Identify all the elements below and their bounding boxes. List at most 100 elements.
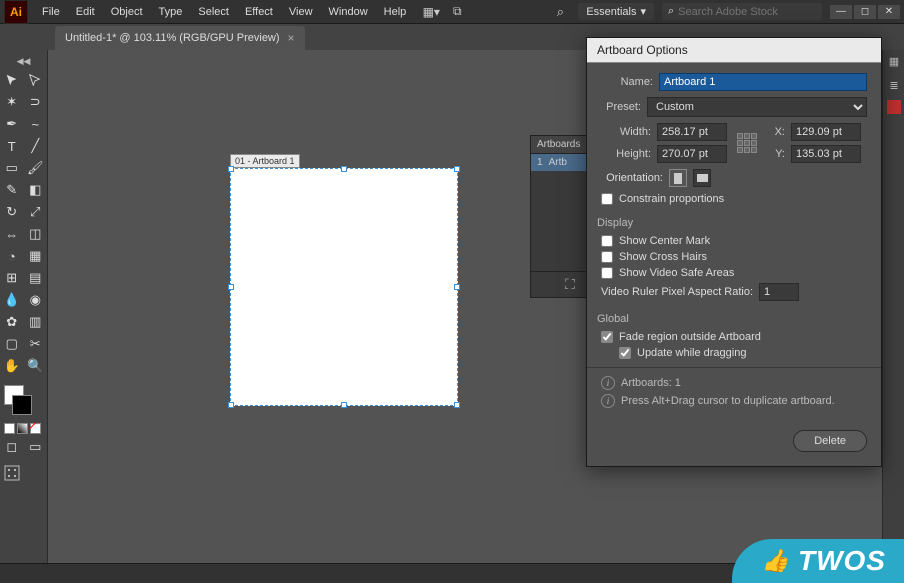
show-cross-hairs-checkbox[interactable] (601, 251, 613, 263)
orientation-landscape-button[interactable] (693, 169, 711, 187)
perspective-tool-icon[interactable]: ▦ (24, 245, 48, 267)
tools-panel: ◀◀ ✶ ⊃ ✒ ~ T ╱ ▭ 🖌 ✎ ◧ ↻ ⤢ ⇔ ◫ ◔ ▦ ⊞ ▤ 💧… (0, 50, 48, 563)
resize-handle[interactable] (228, 166, 234, 172)
scale-tool-icon[interactable]: ⤢ (24, 201, 48, 223)
type-tool-icon[interactable]: T (0, 135, 24, 157)
artboard-label[interactable]: 01 - Artboard 1 (230, 154, 300, 168)
workspace-switcher[interactable]: Essentials ▾ (578, 3, 654, 20)
menu-select[interactable]: Select (190, 6, 237, 18)
menu-type[interactable]: Type (151, 6, 191, 18)
window-maximize-button[interactable]: ◻ (854, 5, 876, 19)
properties-panel-icon[interactable]: ▦ (883, 50, 904, 72)
resize-handle[interactable] (454, 166, 460, 172)
menu-help[interactable]: Help (376, 6, 415, 18)
x-input[interactable] (791, 123, 861, 141)
color-mode-icon[interactable] (4, 423, 15, 434)
menu-edit[interactable]: Edit (68, 6, 103, 18)
update-while-dragging-label: Update while dragging (637, 347, 746, 359)
screen-mode-icon[interactable]: ▭ (24, 436, 48, 458)
eraser-tool-icon[interactable]: ◧ (24, 179, 48, 201)
reference-point-icon[interactable] (733, 133, 761, 153)
mesh-tool-icon[interactable]: ⊞ (0, 267, 24, 289)
display-section-title: Display (597, 217, 867, 229)
height-input[interactable] (657, 145, 727, 163)
y-input[interactable] (791, 145, 861, 163)
window-close-button[interactable]: ✕ (878, 5, 900, 19)
show-cross-hairs-label: Show Cross Hairs (619, 251, 707, 263)
pen-tool-icon[interactable]: ✒ (0, 113, 24, 135)
draw-normal-icon[interactable]: ◻ (0, 436, 24, 458)
menu-effect[interactable]: Effect (237, 6, 281, 18)
name-input[interactable] (659, 73, 867, 91)
window-minimize-button[interactable]: — (830, 5, 852, 19)
resize-handle[interactable] (341, 402, 347, 408)
arrange-icon[interactable]: ⧉ (448, 3, 466, 21)
menu-object[interactable]: Object (103, 6, 151, 18)
gradient-mode-icon[interactable] (17, 423, 28, 434)
show-video-safe-checkbox[interactable] (601, 267, 613, 279)
discover-icon[interactable]: ⌕ (550, 4, 570, 20)
stroke-swatch[interactable] (12, 395, 32, 415)
search-icon: ⌕ (668, 5, 674, 18)
document-tab-title: Untitled-1* @ 103.11% (RGB/GPU Preview) (65, 32, 280, 44)
toolbar-collapse-icon[interactable]: ◀◀ (0, 54, 47, 69)
slice-tool-icon[interactable]: ✂ (24, 333, 48, 355)
delete-button[interactable]: Delete (793, 430, 867, 452)
global-section-title: Global (597, 313, 867, 325)
lasso-tool-icon[interactable]: ⊃ (24, 91, 48, 113)
menu-file[interactable]: File (34, 6, 68, 18)
magic-wand-tool-icon[interactable]: ✶ (0, 91, 24, 113)
stock-search[interactable]: ⌕ (662, 3, 822, 20)
menu-view[interactable]: View (281, 6, 321, 18)
free-transform-tool-icon[interactable]: ◫ (24, 223, 48, 245)
close-icon[interactable]: × (288, 31, 295, 45)
graph-tool-icon[interactable]: ▥ (24, 311, 48, 333)
bridge-icon[interactable]: ▦▾ (422, 3, 440, 21)
stock-search-input[interactable] (678, 6, 816, 18)
show-center-mark-checkbox[interactable] (601, 235, 613, 247)
watermark-badge: 👍 TWOS (732, 539, 904, 583)
width-input[interactable] (657, 123, 727, 141)
symbol-sprayer-tool-icon[interactable]: ✿ (0, 311, 24, 333)
resize-handle[interactable] (454, 284, 460, 290)
direct-selection-tool-icon[interactable] (24, 69, 48, 91)
pixel-aspect-ratio-input[interactable] (759, 283, 799, 301)
zoom-tool-icon[interactable]: 🔍 (24, 355, 48, 377)
info-icon: i (601, 394, 615, 408)
document-tab[interactable]: Untitled-1* @ 103.11% (RGB/GPU Preview) … (55, 26, 305, 50)
info-icon: i (601, 376, 615, 390)
constrain-proportions-checkbox[interactable] (601, 193, 613, 205)
line-tool-icon[interactable]: ╱ (24, 135, 48, 157)
update-while-dragging-checkbox[interactable] (619, 347, 631, 359)
width-tool-icon[interactable]: ⇔ (0, 223, 24, 245)
resize-handle[interactable] (228, 402, 234, 408)
rotate-tool-icon[interactable]: ↻ (0, 201, 24, 223)
right-panel-dock: ▦ ≣ (882, 50, 904, 563)
preset-label: Preset: (601, 101, 641, 113)
fade-region-checkbox[interactable] (601, 331, 613, 343)
color-panel-icon[interactable] (887, 100, 901, 114)
constrain-proportions-label: Constrain proportions (619, 193, 724, 205)
resize-handle[interactable] (228, 284, 234, 290)
blend-tool-icon[interactable]: ◉ (24, 289, 48, 311)
resize-handle[interactable] (454, 402, 460, 408)
watermark-text: TWOS (798, 545, 886, 577)
menu-window[interactable]: Window (321, 6, 376, 18)
artboard-tool-icon[interactable]: ▢ (0, 333, 24, 355)
hand-tool-icon[interactable]: ✋ (0, 355, 24, 377)
rectangle-tool-icon[interactable]: ▭ (0, 157, 24, 179)
curvature-tool-icon[interactable]: ~ (24, 113, 48, 135)
artboard[interactable] (230, 168, 458, 406)
shaper-tool-icon[interactable]: ✎ (0, 179, 24, 201)
gradient-tool-icon[interactable]: ▤ (24, 267, 48, 289)
none-mode-icon[interactable] (30, 423, 41, 434)
preset-select[interactable]: Custom (647, 97, 867, 117)
eyedropper-tool-icon[interactable]: 💧 (0, 289, 24, 311)
selection-tool-icon[interactable] (0, 69, 24, 91)
resize-handle[interactable] (341, 166, 347, 172)
shape-builder-tool-icon[interactable]: ◔ (0, 245, 24, 267)
paintbrush-tool-icon[interactable]: 🖌 (24, 157, 48, 179)
edit-toolbar-icon[interactable] (0, 462, 24, 484)
orientation-portrait-button[interactable] (669, 169, 687, 187)
layers-panel-icon[interactable]: ≣ (883, 74, 904, 96)
